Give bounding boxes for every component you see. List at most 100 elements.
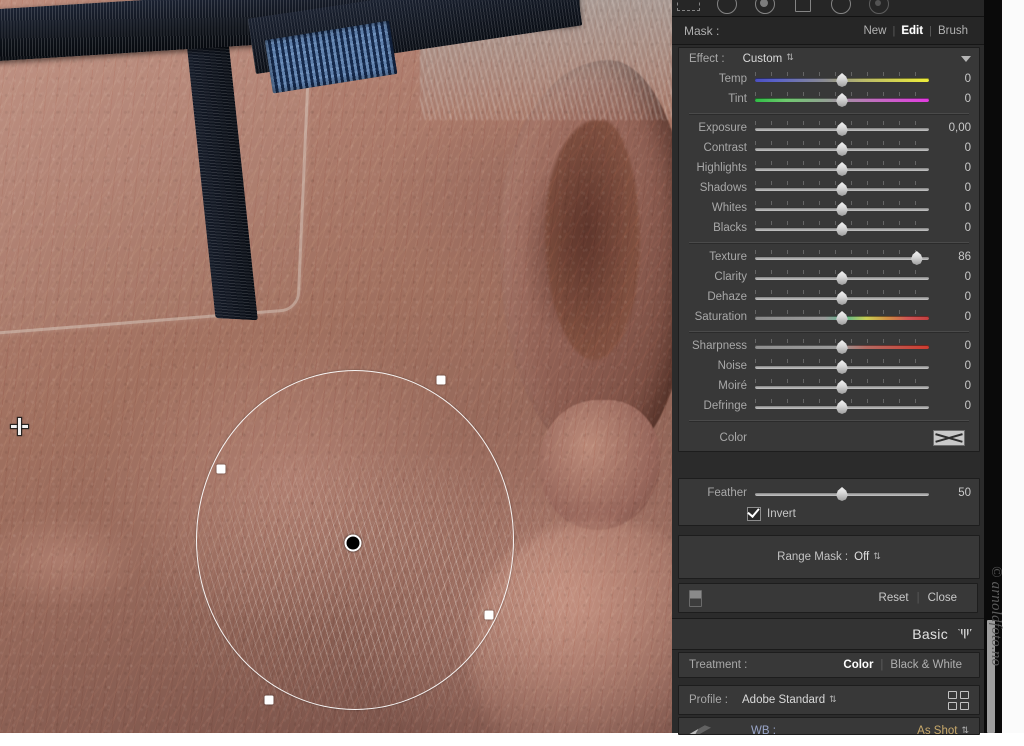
- slider-value-sharpness[interactable]: 0: [935, 340, 971, 352]
- develop-right-panel: Mask : New | Edit | Brush Effect : Custo…: [672, 0, 988, 735]
- slider-row-clarity[interactable]: Clarity 0: [679, 267, 979, 287]
- toggle-switch-icon[interactable]: [689, 589, 702, 607]
- slider-label-sharpness: Sharpness: [692, 340, 747, 352]
- mask-center-pin[interactable]: [344, 534, 362, 552]
- mask-option-edit[interactable]: Edit: [895, 24, 929, 38]
- crop-icon[interactable]: [676, 0, 700, 15]
- slider-row-temp[interactable]: Temp 0: [679, 69, 979, 89]
- range-mask-stepper-icon[interactable]: ⇅: [873, 551, 881, 561]
- profile-stepper-icon[interactable]: ⇅: [829, 694, 837, 704]
- slider-label-dehaze: Dehaze: [707, 291, 747, 303]
- panel-collapse-triangle-icon[interactable]: [958, 629, 972, 639]
- slider-value-shadows[interactable]: 0: [935, 182, 971, 194]
- effect-stepper-icon[interactable]: ⇅: [786, 53, 794, 62]
- slider-row-contrast[interactable]: Contrast 0: [679, 138, 979, 158]
- slider-row-moire[interactable]: Moiré 0: [679, 376, 979, 396]
- chevron-down-icon[interactable]: [961, 55, 971, 62]
- image-canvas[interactable]: [0, 0, 672, 733]
- slider-track-texture[interactable]: [755, 249, 929, 265]
- radial-handle-right[interactable]: [484, 610, 494, 620]
- slider-track-blacks[interactable]: [755, 220, 929, 236]
- radial-handle-left[interactable]: [216, 464, 226, 474]
- range-mask-value[interactable]: Off: [854, 551, 869, 563]
- rectangle-icon[interactable]: [790, 0, 814, 15]
- slider-row-blacks[interactable]: Blacks 0: [679, 218, 979, 238]
- slider-row-saturation[interactable]: Saturation 0: [679, 307, 979, 327]
- range-mask-row[interactable]: Range Mask : Off ⇅: [679, 536, 979, 578]
- slider-track-clarity[interactable]: [755, 269, 929, 285]
- treatment-option-color[interactable]: Color: [836, 659, 880, 671]
- brush-circle-icon[interactable]: [866, 0, 890, 15]
- slider-row-tint[interactable]: Tint 0: [679, 89, 979, 109]
- treatment-label: Treatment :: [689, 659, 748, 671]
- slider-value-saturation[interactable]: 0: [935, 311, 971, 323]
- wb-stepper-icon[interactable]: ⇅: [961, 725, 969, 734]
- slider-value-defringe[interactable]: 0: [935, 400, 971, 412]
- slider-row-noise[interactable]: Noise 0: [679, 356, 979, 376]
- treatment-option-black-and-white[interactable]: Black & White: [883, 659, 969, 671]
- slider-value-noise[interactable]: 0: [935, 360, 971, 372]
- slider-value-dehaze[interactable]: 0: [935, 291, 971, 303]
- slider-row-texture[interactable]: Texture 86: [679, 247, 979, 267]
- slider-track-whites[interactable]: [755, 200, 929, 216]
- slider-track-noise[interactable]: [755, 358, 929, 374]
- slider-track-highlights[interactable]: [755, 160, 929, 176]
- basic-panel-header[interactable]: Basic: [672, 618, 984, 650]
- slider-track-dehaze[interactable]: [755, 289, 929, 305]
- slider-row-whites[interactable]: Whites 0: [679, 198, 979, 218]
- slider-value-highlights[interactable]: 0: [935, 162, 971, 174]
- slider-row-sharpness[interactable]: Sharpness 0: [679, 336, 979, 356]
- slider-track-saturation[interactable]: [755, 309, 929, 325]
- slider-value-feather[interactable]: 50: [935, 487, 971, 499]
- slider-row-highlights[interactable]: Highlights 0: [679, 158, 979, 178]
- slider-value-clarity[interactable]: 0: [935, 271, 971, 283]
- circle-outline-icon[interactable]: [714, 0, 738, 15]
- profile-browser-grid-icon[interactable]: [948, 690, 969, 710]
- slider-label-feather: Feather: [707, 487, 747, 499]
- slider-value-moire[interactable]: 0: [935, 380, 971, 392]
- slider-track-temp[interactable]: [755, 71, 929, 87]
- slider-value-temp[interactable]: 0: [935, 73, 971, 85]
- eyedropper-icon[interactable]: [689, 725, 711, 734]
- slider-value-contrast[interactable]: 0: [935, 142, 971, 154]
- slider-row-dehaze[interactable]: Dehaze 0: [679, 287, 979, 307]
- slider-label-saturation: Saturation: [694, 311, 747, 323]
- slider-handle-feather[interactable]: [836, 487, 848, 501]
- slider-value-tint[interactable]: 0: [935, 93, 971, 105]
- slider-track-shadows[interactable]: [755, 180, 929, 196]
- slider-row-shadows[interactable]: Shadows 0: [679, 178, 979, 198]
- invert-row[interactable]: Invert: [679, 503, 979, 525]
- circle-filled-icon[interactable]: [752, 0, 776, 15]
- mask-option-brush[interactable]: Brush: [932, 24, 974, 38]
- ellipse-icon[interactable]: [828, 0, 852, 15]
- color-row[interactable]: Color: [679, 425, 979, 451]
- radial-handle-bottom[interactable]: [264, 695, 274, 705]
- slider-value-whites[interactable]: 0: [935, 202, 971, 214]
- feather-group: Feather 50 Invert: [678, 478, 980, 526]
- slider-value-exposure[interactable]: 0,00: [935, 122, 971, 134]
- slider-track-sharpness[interactable]: [755, 338, 929, 354]
- mask-option-new[interactable]: New: [857, 24, 892, 38]
- effect-value[interactable]: Custom: [743, 53, 783, 65]
- develop-tool-strip[interactable]: [672, 0, 988, 17]
- slider-track-contrast[interactable]: [755, 140, 929, 156]
- slider-track-defringe[interactable]: [755, 398, 929, 414]
- close-button[interactable]: Close: [920, 592, 965, 604]
- slider-track-feather[interactable]: [755, 485, 929, 501]
- radial-handle-top[interactable]: [436, 375, 446, 385]
- slider-row-defringe[interactable]: Defringe 0: [679, 396, 979, 416]
- wb-value[interactable]: As Shot: [917, 725, 957, 734]
- slider-row-exposure[interactable]: Exposure 0,00: [679, 118, 979, 138]
- wb-label: WB :: [751, 725, 776, 735]
- profile-value[interactable]: Adobe Standard: [742, 694, 825, 706]
- slider-track-tint[interactable]: [755, 91, 929, 107]
- slider-value-blacks[interactable]: 0: [935, 222, 971, 234]
- slider-value-texture[interactable]: 86: [935, 251, 971, 263]
- radial-filter-overlay[interactable]: [196, 370, 514, 710]
- invert-checkbox[interactable]: [747, 507, 761, 521]
- slider-row-feather[interactable]: Feather 50: [679, 483, 979, 503]
- slider-track-moire[interactable]: [755, 378, 929, 394]
- slider-track-exposure[interactable]: [755, 120, 929, 136]
- color-swatch-button[interactable]: [933, 430, 965, 446]
- reset-button[interactable]: Reset: [871, 592, 917, 604]
